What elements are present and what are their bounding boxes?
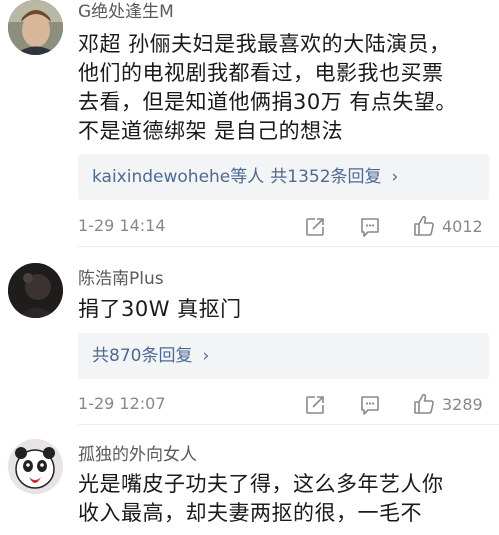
like-icon	[414, 393, 434, 414]
username[interactable]: 孤独的外向女人	[78, 440, 197, 465]
divider	[78, 424, 499, 425]
like-icon	[414, 215, 434, 236]
username[interactable]: 陈浩南Plus	[78, 264, 164, 289]
reply-count[interactable]: 共1352条回复	[270, 167, 381, 187]
user-avatar[interactable]	[8, 263, 63, 318]
avatar-portrait-image	[8, 0, 63, 55]
like-button[interactable]: 3289	[412, 392, 492, 418]
avatar-panda-image	[8, 439, 63, 494]
comment-text: 捐了30W 真抠门	[78, 295, 488, 324]
username[interactable]: G绝处逢生M	[78, 0, 174, 22]
user-avatar[interactable]	[8, 0, 63, 55]
comment-item: 孤独的外向女人 光是嘴皮子功夫了得，这么多年艺人你 收入最高，却夫妻两抠的很，一…	[0, 436, 499, 535]
comment-meta: 1-29 12:07 3289	[78, 392, 488, 418]
comment-icon[interactable]	[359, 392, 381, 418]
comment-line: 捐了30W 真抠门	[78, 297, 242, 321]
reply-summary-button[interactable]: 共870条回复 ›	[78, 333, 489, 379]
comment-item: G绝处逢生M 邓超 孙俪夫妇是我最喜欢的大陆演员， 他们的电视剧我都看过，电影我…	[0, 0, 499, 258]
chevron-right-icon: ›	[391, 167, 399, 187]
avatar-dark-image	[8, 263, 63, 318]
like-button[interactable]: 4012	[412, 214, 492, 240]
share-icon[interactable]	[304, 214, 326, 240]
comment-line: 不是道德绑架 是自己的想法	[78, 119, 344, 143]
comment-line: 他们的电视剧我都看过，电影我也买票	[78, 61, 444, 85]
timestamp: 1-29 14:14	[78, 216, 166, 235]
reply-users[interactable]: kaixindewohehe等人	[92, 167, 264, 187]
comment-text: 光是嘴皮子功夫了得，这么多年艺人你 收入最高，却夫妻两抠的很，一毛不	[78, 470, 488, 528]
like-count: 4012	[442, 217, 483, 236]
comment-icon[interactable]	[359, 214, 381, 240]
comment-line: 收入最高，却夫妻两抠的很，一毛不	[78, 501, 422, 525]
user-avatar[interactable]	[8, 439, 63, 494]
share-icon[interactable]	[304, 392, 326, 418]
reply-count[interactable]: 共870条回复	[92, 346, 192, 366]
chevron-right-icon: ›	[202, 346, 210, 366]
like-count: 3289	[442, 395, 483, 414]
comment-line: 光是嘴皮子功夫了得，这么多年艺人你	[78, 472, 444, 496]
comment-item: 陈浩南Plus 捐了30W 真抠门 共870条回复 › 1-29 12:07 3…	[0, 260, 499, 430]
comment-line: 邓超 孙俪夫妇是我最喜欢的大陆演员，	[78, 32, 451, 56]
reply-summary-button[interactable]: kaixindewohehe等人 共1352条回复 ›	[78, 154, 489, 200]
comment-feed: G绝处逢生M 邓超 孙俪夫妇是我最喜欢的大陆演员， 他们的电视剧我都看过，电影我…	[0, 0, 499, 535]
comment-text: 邓超 孙俪夫妇是我最喜欢的大陆演员， 他们的电视剧我都看过，电影我也买票 去看，…	[78, 30, 488, 146]
timestamp: 1-29 12:07	[78, 394, 166, 413]
comment-meta: 1-29 14:14 4012	[78, 214, 488, 240]
comment-line: 去看，但是知道他俩捐30万 有点失望。	[78, 90, 457, 114]
divider	[78, 246, 499, 247]
